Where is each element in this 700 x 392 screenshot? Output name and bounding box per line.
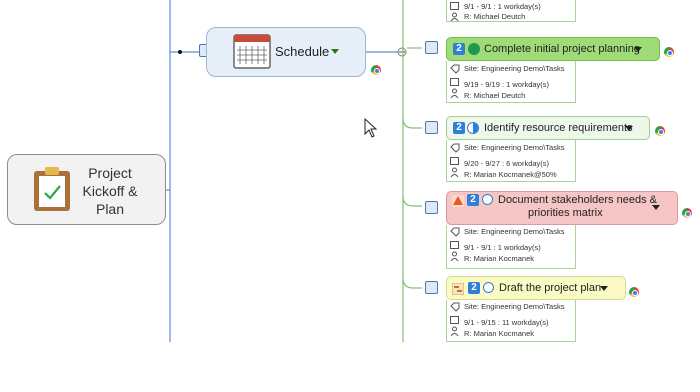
chrome-icon[interactable] bbox=[629, 287, 639, 297]
date-text: 9/19 - 9/19 : 1 workday(s) bbox=[464, 80, 550, 89]
site-text: Site: Engineering Demo\Tasks bbox=[464, 227, 565, 236]
sharepoint-icon[interactable] bbox=[425, 121, 438, 134]
task-status-icon[interactable] bbox=[483, 282, 494, 293]
site-text: Site: Engineering Demo\Tasks bbox=[464, 143, 565, 152]
chrome-icon[interactable] bbox=[655, 126, 665, 136]
task-label: Complete initial project planning bbox=[484, 43, 640, 55]
sharepoint-icon[interactable] bbox=[425, 281, 438, 294]
calendar-icon bbox=[233, 33, 271, 74]
chrome-icon[interactable] bbox=[371, 65, 381, 75]
site-text: Site: Engineering Demo\Tasks bbox=[464, 302, 565, 311]
task-label: Draft the project plan bbox=[499, 282, 602, 294]
progress-half-icon[interactable] bbox=[467, 122, 479, 134]
task-status-icon[interactable] bbox=[482, 194, 493, 205]
central-topic-label: Project Kickoff & Plan bbox=[82, 165, 138, 217]
sharepoint-icon[interactable] bbox=[425, 201, 438, 214]
notes-icons bbox=[450, 64, 460, 99]
priority-badge: 2 bbox=[453, 122, 465, 134]
resource-text: R: Marian Kocmanek bbox=[464, 329, 535, 338]
task-label-line-1: Document stakeholders needs & bbox=[498, 194, 657, 206]
date-text: 9/20 - 9/27 : 6 workday(s) bbox=[464, 159, 550, 168]
resource-text: R: Michael Deutch bbox=[464, 91, 526, 100]
clipboard-check-icon bbox=[33, 166, 71, 212]
notes-icons bbox=[450, 143, 460, 178]
notes-icons bbox=[450, 227, 460, 262]
chevron-down-icon[interactable] bbox=[625, 126, 633, 131]
task-label-line-2: priorities matrix bbox=[528, 207, 603, 219]
alert-icon bbox=[452, 194, 464, 212]
chrome-icon[interactable] bbox=[682, 208, 692, 218]
resource-text: R: Michael Deutch bbox=[464, 12, 526, 21]
sharepoint-icon[interactable] bbox=[425, 41, 438, 54]
chevron-down-icon[interactable] bbox=[331, 49, 339, 54]
site-text: Site: Engineering Demo\Tasks bbox=[464, 64, 565, 73]
calendar-small-icon bbox=[450, 2, 459, 22]
chevron-down-icon[interactable] bbox=[634, 47, 642, 52]
chevron-down-icon[interactable] bbox=[600, 286, 608, 291]
chevron-down-icon[interactable] bbox=[652, 205, 660, 210]
resource-text: R: Marian Kocmanek@50% bbox=[464, 170, 557, 179]
date-text: 9/1 - 9/15 : 11 workday(s) bbox=[464, 318, 549, 327]
date-text: 9/1 - 9/1 : 1 workday(s) bbox=[464, 2, 541, 11]
task-label: Identify resource requirements bbox=[484, 122, 633, 134]
date-text: 9/1 - 9/1 : 1 workday(s) bbox=[464, 243, 541, 252]
resource-text: R: Marian Kocmanek bbox=[464, 254, 535, 263]
priority-badge: 2 bbox=[467, 194, 479, 206]
mouse-cursor-icon bbox=[364, 117, 378, 143]
schedule-label: Schedule bbox=[275, 44, 330, 59]
gantt-icon bbox=[451, 282, 465, 300]
notes-icons bbox=[450, 302, 460, 337]
chrome-icon[interactable] bbox=[664, 47, 674, 57]
priority-badge: 2 bbox=[468, 282, 480, 294]
check-complete-icon[interactable] bbox=[468, 43, 480, 55]
priority-badge: 2 bbox=[453, 43, 465, 55]
